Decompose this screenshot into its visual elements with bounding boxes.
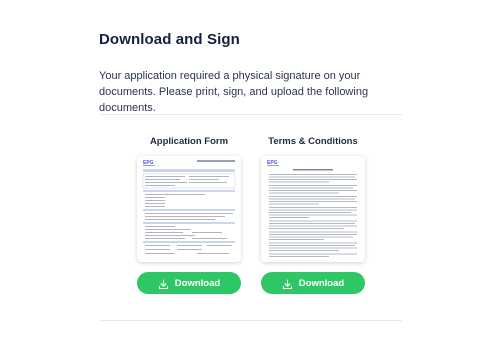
divider <box>99 114 402 115</box>
download-button-label: Download <box>174 277 221 289</box>
page-title: Download and Sign <box>99 31 240 48</box>
document-card-application-form: Application Form EPG Download <box>134 136 244 294</box>
document-title: Terms & Conditions <box>268 136 358 147</box>
divider <box>99 320 402 321</box>
download-application-form-button[interactable]: Download <box>137 272 241 294</box>
download-icon <box>158 278 169 289</box>
page-description: Your application required a physical sig… <box>99 70 369 114</box>
download-icon <box>282 278 293 289</box>
terms-preview-image: EPG <box>267 160 357 257</box>
download-button-label: Download <box>298 277 345 289</box>
download-terms-conditions-button[interactable]: Download <box>261 272 365 294</box>
form-preview-image: EPG <box>142 160 236 254</box>
document-card-terms-conditions: Terms & Conditions EPG Download <box>258 136 368 294</box>
document-title: Application Form <box>149 136 229 147</box>
application-form-preview[interactable]: EPG <box>137 156 241 262</box>
terms-preview[interactable]: EPG <box>261 156 365 262</box>
